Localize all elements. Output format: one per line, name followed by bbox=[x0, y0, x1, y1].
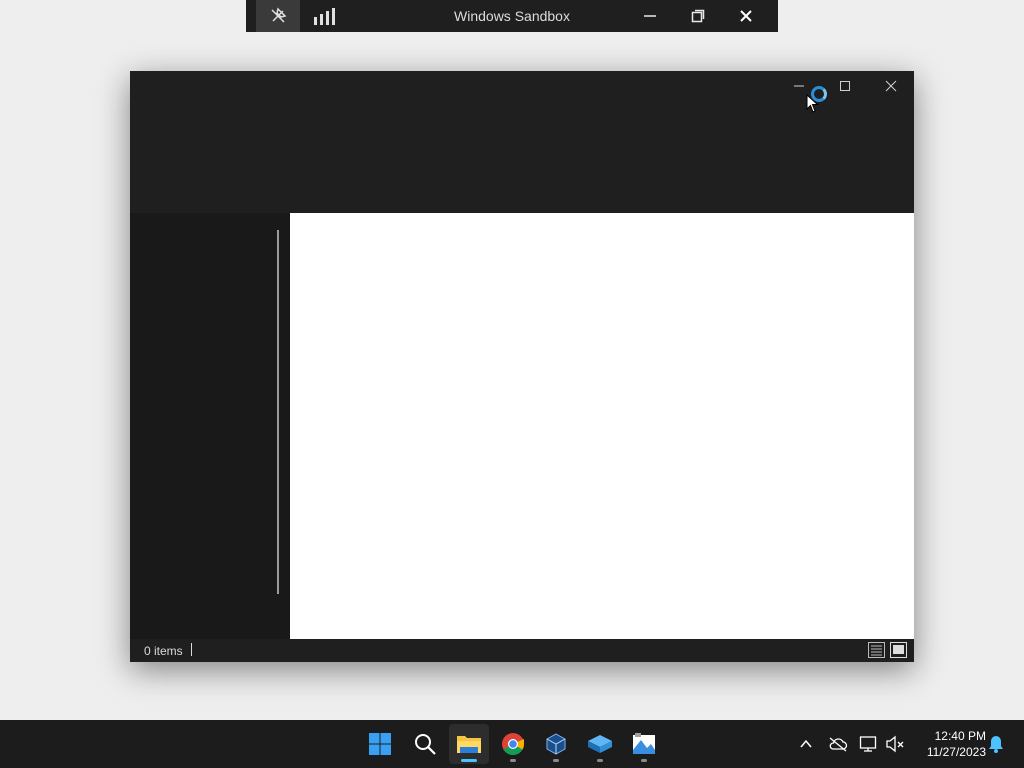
taskbar-search-button[interactable] bbox=[405, 724, 445, 764]
close-icon bbox=[740, 10, 752, 22]
app-icon bbox=[633, 733, 655, 754]
status-bar: 0 items bbox=[130, 639, 914, 662]
cube-icon bbox=[546, 733, 566, 755]
network-tray-button[interactable] bbox=[857, 732, 881, 756]
windows-start-icon bbox=[369, 733, 391, 755]
notifications-button[interactable] bbox=[984, 732, 1008, 756]
chevron-up-icon bbox=[800, 739, 812, 748]
mouse-cursor-icon bbox=[806, 94, 819, 113]
minimize-icon bbox=[794, 85, 804, 87]
running-indicator bbox=[510, 759, 516, 762]
taskbar-snipping-tool[interactable] bbox=[624, 724, 664, 764]
clock-time: 12:40 PM bbox=[934, 729, 986, 743]
content-area[interactable] bbox=[290, 213, 914, 639]
navigation-scrollbar[interactable] bbox=[277, 230, 279, 594]
taskbar-virtualbox[interactable] bbox=[536, 724, 576, 764]
window-maximize-button[interactable] bbox=[822, 71, 868, 101]
sandbox-close-button[interactable] bbox=[724, 0, 768, 32]
cloud-off-icon bbox=[829, 737, 848, 752]
speaker-muted-icon bbox=[886, 735, 904, 753]
sandbox-icon bbox=[588, 735, 612, 753]
maximize-icon bbox=[840, 81, 850, 91]
signal-bars-icon bbox=[314, 8, 335, 25]
taskbar-chrome[interactable] bbox=[493, 724, 533, 764]
minimize-icon bbox=[644, 15, 656, 17]
pin-button[interactable] bbox=[256, 0, 300, 32]
show-hidden-icons-button[interactable] bbox=[794, 732, 818, 756]
clock-date: 11/27/2023 bbox=[926, 745, 986, 759]
sandbox-connection-bar: Windows Sandbox bbox=[246, 0, 778, 32]
status-separator bbox=[191, 643, 192, 656]
network-icon bbox=[859, 736, 877, 752]
sandbox-minimize-button[interactable] bbox=[628, 0, 672, 32]
taskbar-clock[interactable]: 12:40 PM 11/27/2023 bbox=[914, 728, 986, 760]
running-indicator bbox=[553, 759, 559, 762]
navigation-pane[interactable] bbox=[130, 213, 290, 639]
onedrive-tray-button[interactable] bbox=[826, 732, 850, 756]
active-indicator bbox=[461, 759, 477, 762]
close-icon bbox=[885, 80, 897, 92]
pin-icon bbox=[271, 7, 287, 23]
restore-icon bbox=[691, 9, 705, 23]
taskbar-file-explorer[interactable] bbox=[449, 724, 489, 764]
window-close-button[interactable] bbox=[868, 71, 914, 101]
chrome-icon bbox=[502, 733, 524, 755]
folder-icon bbox=[457, 736, 481, 753]
start-button[interactable] bbox=[360, 724, 400, 764]
file-explorer-window: 0 items bbox=[130, 71, 914, 662]
running-indicator bbox=[597, 759, 603, 762]
sandbox-restore-button[interactable] bbox=[676, 0, 720, 32]
running-indicator bbox=[641, 759, 647, 762]
large-icons-view-icon[interactable] bbox=[890, 642, 907, 658]
search-icon bbox=[415, 734, 436, 755]
taskbar: 12:40 PM 11/27/2023 bbox=[0, 720, 1024, 768]
volume-tray-button[interactable] bbox=[883, 732, 907, 756]
item-count: 0 items bbox=[144, 644, 183, 658]
details-view-icon[interactable] bbox=[868, 642, 885, 658]
taskbar-sandbox[interactable] bbox=[580, 724, 620, 764]
bell-icon bbox=[989, 736, 1003, 753]
